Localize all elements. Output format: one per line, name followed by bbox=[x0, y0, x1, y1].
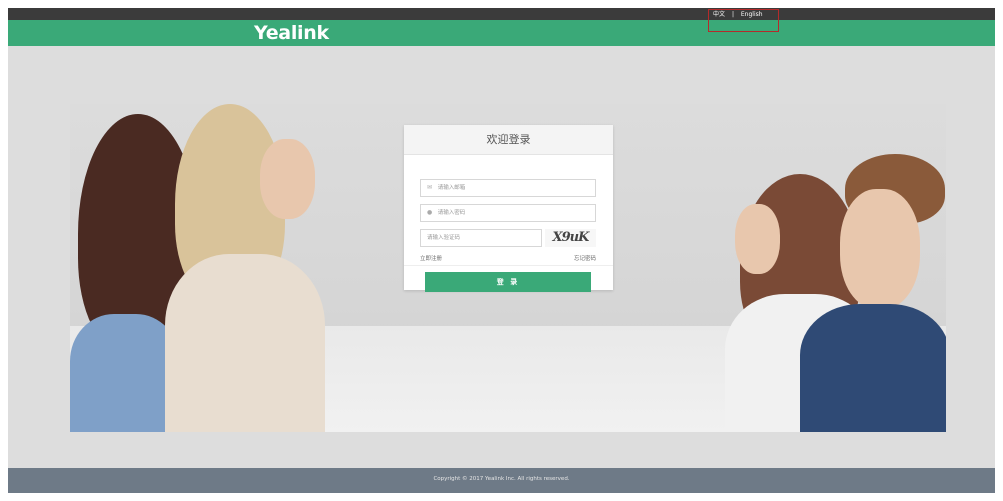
brand-header: Yealink bbox=[8, 20, 995, 46]
email-placeholder: 请输入邮箱 bbox=[437, 185, 466, 191]
captcha-image[interactable]: X9uK bbox=[545, 229, 596, 247]
copyright-text: Copyright © 2017 Yealink Inc. All rights… bbox=[433, 476, 570, 482]
login-button[interactable]: 登 录 bbox=[425, 272, 591, 292]
person-right-front bbox=[790, 154, 946, 432]
email-field[interactable]: ✉ 请输入邮箱 bbox=[420, 179, 596, 197]
language-english-link[interactable]: English bbox=[741, 10, 763, 20]
card-divider bbox=[404, 265, 613, 266]
yealink-logo: Yealink bbox=[254, 22, 329, 44]
forgot-password-link[interactable]: 忘记密码 bbox=[574, 254, 596, 262]
mail-icon: ✉ bbox=[427, 184, 433, 191]
top-bar bbox=[8, 8, 995, 20]
register-link[interactable]: 立即注册 bbox=[420, 254, 442, 262]
footer: Copyright © 2017 Yealink Inc. All rights… bbox=[8, 468, 995, 493]
person-left-back bbox=[165, 104, 335, 432]
password-field[interactable]: ● 请输入密码 bbox=[420, 204, 596, 222]
language-switcher: 中文 | English bbox=[708, 9, 779, 32]
login-card: 欢迎登录 ✉ 请输入邮箱 ● 请输入密码 请输入验证码 X9uK 立即注册 忘记… bbox=[404, 125, 613, 292]
login-title: 欢迎登录 bbox=[404, 125, 613, 155]
captcha-field[interactable]: 请输入验证码 bbox=[420, 229, 542, 247]
lock-icon: ● bbox=[427, 209, 433, 216]
captcha-placeholder: 请输入验证码 bbox=[427, 235, 461, 241]
language-separator: | bbox=[731, 11, 734, 18]
password-placeholder: 请输入密码 bbox=[437, 210, 466, 216]
language-chinese-link[interactable]: 中文 bbox=[713, 10, 725, 20]
page-frame: 中文 | English Yealink 欢迎登录 ✉ 请输入邮箱 ● 请输入密… bbox=[8, 8, 995, 493]
